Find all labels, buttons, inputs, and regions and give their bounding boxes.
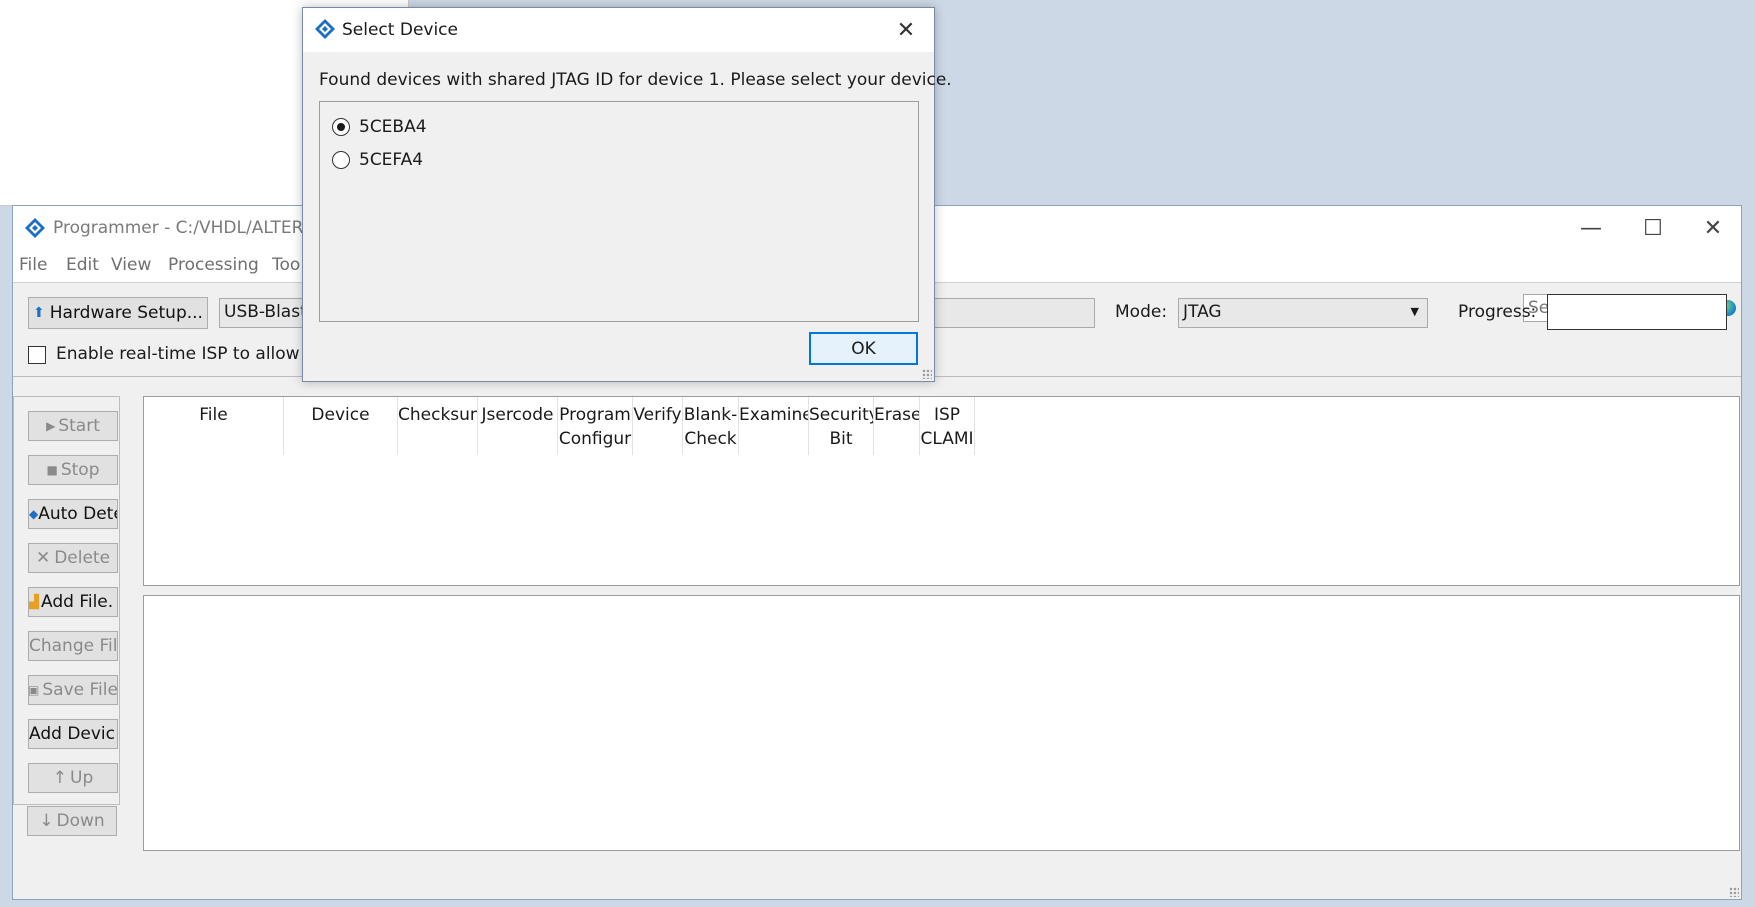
radio-button[interactable] xyxy=(332,151,350,169)
resize-grip[interactable] xyxy=(1729,887,1739,897)
add-device-button[interactable]: Add Devic xyxy=(28,719,118,749)
stop-button[interactable]: ■ Stop xyxy=(28,455,118,485)
device-option-label: 5CEBA4 xyxy=(359,117,427,137)
column-header-device[interactable]: Device xyxy=(284,397,398,455)
column-header-isp-clamp[interactable]: ISP CLAMI xyxy=(920,397,975,455)
window-title: Programmer - C:/VHDL/ALTERA xyxy=(53,218,315,238)
column-header-checksum[interactable]: Checksun xyxy=(398,397,478,455)
device-table: File Device Checksun Jsercode Program Con… xyxy=(143,396,1740,586)
menu-file[interactable]: File xyxy=(19,255,47,275)
hardware-field-end xyxy=(933,298,1095,328)
menu-processing[interactable]: Processing xyxy=(168,255,259,275)
close-button[interactable]: ✕ xyxy=(1683,210,1743,246)
column-header-verify[interactable]: Verify xyxy=(633,397,683,455)
hardware-setup-icon: ⬆ xyxy=(33,305,45,321)
device-option-5ceba4[interactable]: 5CEBA4 xyxy=(332,117,427,137)
dialog-title: Select Device xyxy=(342,20,458,40)
ok-button[interactable]: OK xyxy=(809,332,918,365)
start-button[interactable]: ▶ Start xyxy=(28,411,118,441)
start-icon: ▶ xyxy=(46,419,56,433)
minimize-button[interactable]: — xyxy=(1561,210,1621,246)
menu-view[interactable]: View xyxy=(111,255,151,275)
dialog-title-bar: Select Device ✕ xyxy=(303,8,934,52)
quartus-logo-icon xyxy=(315,19,335,39)
chevron-down-icon: ▼ xyxy=(1410,305,1419,318)
dialog-message: Found devices with shared JTAG ID for de… xyxy=(319,70,952,90)
add-file-button[interactable]: ▟ Add File. xyxy=(28,587,118,617)
isp-checkbox-label: Enable real-time ISP to allow b xyxy=(56,344,316,364)
chain-diagram-pane xyxy=(143,595,1740,851)
dialog-close-button[interactable]: ✕ xyxy=(886,14,926,46)
column-header-security-bit[interactable]: Security Bit xyxy=(809,397,874,455)
stop-icon: ■ xyxy=(46,463,58,477)
mode-select[interactable]: JTAG ▼ xyxy=(1178,298,1428,328)
action-button-panel: ▶ Start ■ Stop ◆ Auto Dete ✕ Delete ▟ Add Fil… xyxy=(13,396,120,805)
isp-checkbox[interactable] xyxy=(28,346,46,364)
column-header-blank-check[interactable]: Blank- Check xyxy=(683,397,739,455)
column-header-program[interactable]: Program Configur xyxy=(558,397,633,455)
select-device-dialog: Select Device ✕ Found devices with share… xyxy=(302,7,952,382)
down-button[interactable]: ↓ Down xyxy=(27,806,117,836)
up-button[interactable]: ↑ Up xyxy=(28,763,118,793)
up-icon: ↑ xyxy=(52,768,67,788)
progress-bar xyxy=(1547,294,1727,330)
quartus-logo-icon xyxy=(25,218,45,238)
maximize-button[interactable]: ☐ xyxy=(1623,210,1683,246)
hardware-field[interactable]: USB-Blast xyxy=(219,298,309,328)
mode-label: Mode: xyxy=(1115,302,1168,322)
column-header-file[interactable]: File xyxy=(144,397,284,455)
radio-button-selected[interactable] xyxy=(332,118,350,136)
down-icon: ↓ xyxy=(39,811,54,831)
dialog-resize-grip[interactable] xyxy=(922,369,932,379)
auto-detect-button[interactable]: ◆ Auto Dete xyxy=(28,499,118,529)
auto-detect-icon: ◆ xyxy=(29,507,39,521)
save-file-button[interactable]: ▣ Save File xyxy=(28,675,118,705)
column-header-examine[interactable]: Examine xyxy=(739,397,809,455)
delete-button[interactable]: ✕ Delete xyxy=(28,543,118,573)
hardware-setup-button[interactable]: ⬆ Hardware Setup... xyxy=(28,297,208,329)
menu-tools[interactable]: Too xyxy=(272,255,300,275)
delete-icon: ✕ xyxy=(35,548,51,568)
column-header-usercode[interactable]: Jsercode xyxy=(478,397,558,455)
device-option-5cefa4[interactable]: 5CEFA4 xyxy=(332,150,423,170)
device-options-box: 5CEBA4 5CEFA4 xyxy=(319,101,919,322)
device-option-label: 5CEFA4 xyxy=(359,150,424,170)
add-file-icon: ▟ xyxy=(29,594,39,610)
menu-edit[interactable]: Edit xyxy=(66,255,99,275)
save-icon: ▣ xyxy=(28,683,40,697)
change-file-button[interactable]: Change Fil xyxy=(28,631,118,661)
progress-label: Progress: xyxy=(1458,302,1537,322)
column-header-erase[interactable]: Erase xyxy=(874,397,920,455)
